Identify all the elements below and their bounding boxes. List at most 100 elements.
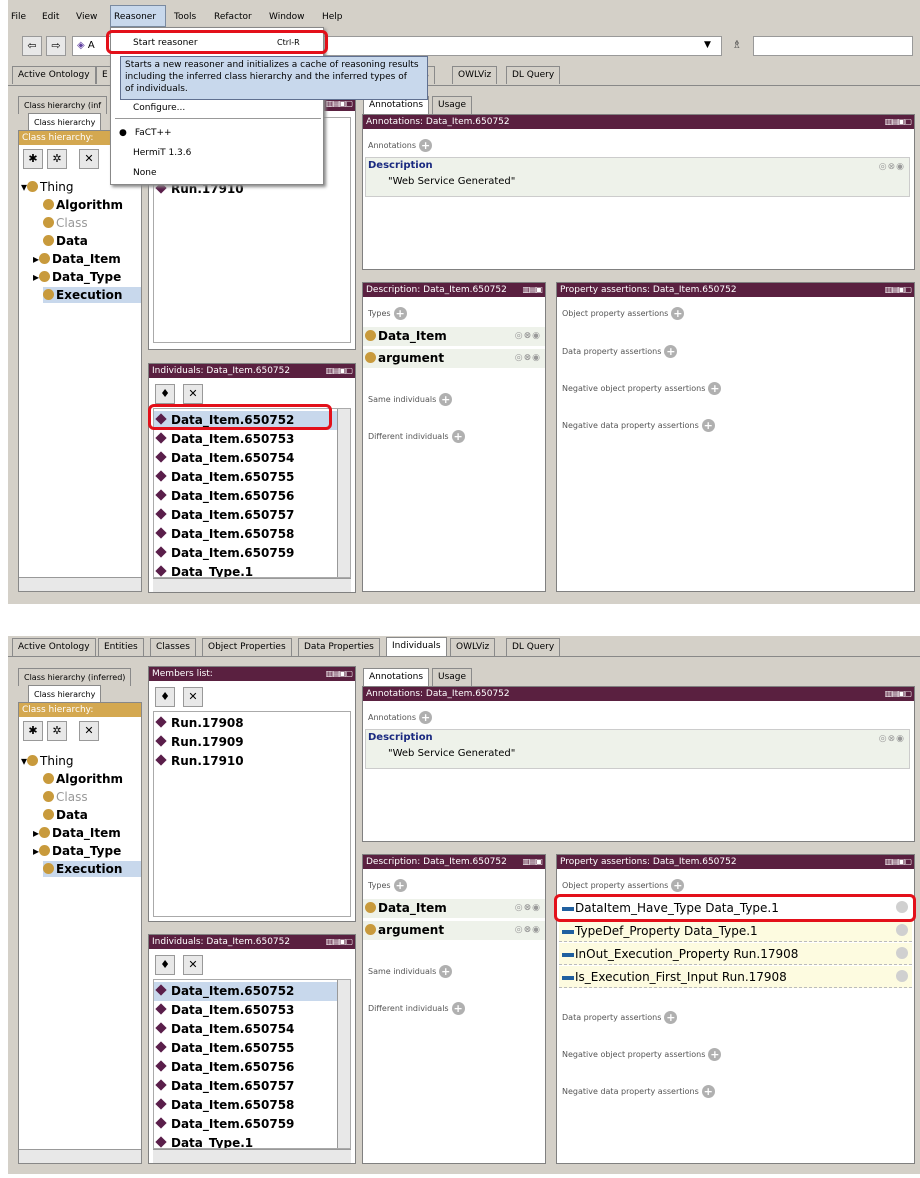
list-item[interactable]: Data_Item.650753 (154, 430, 350, 449)
type-row[interactable]: argument ◎⊗◉ (363, 349, 545, 368)
add-negative-object-icon[interactable]: + (708, 1048, 722, 1061)
add-data-property-icon[interactable]: + (664, 1011, 678, 1024)
tab-dl-query[interactable]: DL Query (506, 638, 561, 656)
tab-classes[interactable]: Classes (150, 638, 196, 656)
inferred-explain-icon[interactable] (896, 924, 908, 936)
list-item[interactable]: Run.17910 (154, 752, 350, 771)
add-object-property-icon[interactable]: + (671, 307, 685, 320)
add-subclass-icon[interactable]: ✱ (23, 721, 43, 741)
tab-object-properties[interactable]: Object Properties (202, 638, 292, 656)
tree-class[interactable]: Class (43, 789, 88, 805)
tree-data-item[interactable]: ▸ Data_Item (33, 251, 121, 267)
tree-class[interactable]: Class (43, 215, 88, 231)
menu-refactor[interactable]: Refactor (214, 12, 252, 22)
add-negative-data-icon[interactable]: + (701, 419, 715, 432)
add-object-property-icon[interactable]: + (671, 879, 685, 892)
list-item[interactable]: Run.17908 (154, 714, 350, 733)
tree-execution[interactable]: Execution (43, 861, 141, 877)
tab-individuals[interactable]: Individuals (386, 637, 447, 657)
tree-algorithm[interactable]: Algorithm (43, 197, 123, 213)
tab-owlviz[interactable]: OWLViz (452, 66, 498, 84)
tab-class-hierarchy-inferred[interactable]: Class hierarchy (inferred) (18, 668, 132, 686)
tab-usage[interactable]: Usage (432, 668, 473, 686)
tree-thing[interactable]: ▾ Thing (21, 753, 74, 769)
add-negative-data-icon[interactable]: + (701, 1085, 715, 1098)
tree-data-type[interactable]: ▸ Data_Type (33, 843, 121, 859)
delete-member-icon[interactable]: ✕ (183, 687, 203, 707)
list-item[interactable]: Data_Item.650759 (154, 544, 350, 563)
add-same-icon[interactable]: + (439, 965, 453, 978)
assertion-row[interactable]: InOut_Execution_Property Run.17908 (559, 943, 912, 965)
list-item[interactable]: Data_Item.650759 (154, 1115, 350, 1134)
add-data-property-icon[interactable]: + (664, 345, 678, 358)
tab-data-properties[interactable]: Data Properties (298, 638, 380, 656)
add-annotation-icon[interactable]: + (419, 711, 433, 724)
tree-thing[interactable]: ▾ Thing (21, 179, 74, 195)
delete-individual-icon[interactable]: ✕ (183, 955, 203, 975)
tab-active-ontology[interactable]: Active Ontology (12, 66, 96, 84)
menu-file[interactable]: File (11, 12, 26, 22)
inferred-explain-icon[interactable] (896, 970, 908, 982)
menu-edit[interactable]: Edit (42, 12, 59, 22)
tab-usage[interactable]: Usage (432, 96, 473, 114)
delete-class-icon[interactable]: ✕ (79, 721, 99, 741)
add-different-icon[interactable]: + (451, 430, 465, 443)
add-type-icon[interactable]: + (393, 879, 407, 892)
class-hscrollbar[interactable] (19, 577, 141, 591)
list-item[interactable]: Data_Item.650754 (154, 449, 350, 468)
tree-data-type[interactable]: ▸ Data_Type (33, 269, 121, 285)
dropdown-arrow-icon[interactable]: ▼ (704, 40, 711, 50)
list-item[interactable]: Data_Item.650753 (154, 1001, 350, 1020)
menu-help[interactable]: Help (322, 12, 343, 22)
back-arrow-icon[interactable]: ⇦ (22, 36, 42, 56)
forward-arrow-icon[interactable]: ⇨ (46, 36, 66, 56)
assertion-row[interactable]: Is_Execution_First_Input Run.17908 (559, 966, 912, 988)
annotation-controls-icon[interactable]: ◎⊗◉ (879, 162, 905, 172)
tree-execution[interactable]: Execution (43, 287, 141, 303)
add-sibling-icon[interactable]: ✲ (47, 149, 67, 169)
individuals-hscrollbar[interactable] (153, 1149, 351, 1163)
tab-annotations[interactable]: Annotations (363, 668, 430, 688)
individuals-scrollbar[interactable] (337, 409, 350, 577)
tab-class-hierarchy-inferred[interactable]: Class hierarchy (inf (18, 96, 108, 114)
list-item[interactable]: Data_Type.1 (154, 1134, 350, 1148)
add-negative-object-icon[interactable]: + (708, 382, 722, 395)
menu-tools[interactable]: Tools (174, 12, 196, 22)
list-item[interactable]: Data_Item.650754 (154, 1020, 350, 1039)
tree-data[interactable]: Data (43, 233, 88, 249)
list-item[interactable]: Data_Item.650757 (154, 1077, 350, 1096)
list-item[interactable]: Data_Item.650752 (154, 982, 350, 1001)
individuals-hscrollbar[interactable] (153, 578, 351, 592)
list-item[interactable]: Data_Type.1 (154, 563, 350, 577)
tab-dl-query[interactable]: DL Query (506, 66, 561, 84)
menu-reasoner[interactable]: Reasoner (110, 5, 166, 27)
individuals-scrollbar[interactable] (337, 980, 350, 1148)
menu-configure[interactable]: Configure... (133, 103, 185, 113)
list-item[interactable]: Data_Item.650756 (154, 487, 350, 506)
add-type-icon[interactable]: + (393, 307, 407, 320)
tab-owlviz[interactable]: OWLViz (450, 638, 496, 656)
type-row[interactable]: Data_Item ◎⊗◉ (363, 899, 545, 918)
menu-none[interactable]: None (133, 168, 156, 178)
tree-algorithm[interactable]: Algorithm (43, 771, 123, 787)
add-individual-icon[interactable]: ♦ (155, 955, 175, 975)
type-row[interactable]: Data_Item ◎⊗◉ (363, 327, 545, 346)
class-hscrollbar[interactable] (19, 1149, 141, 1163)
menu-fact[interactable]: ● FaCT++ (119, 128, 172, 138)
tree-data-item[interactable]: ▸ Data_Item (33, 825, 121, 841)
add-annotation-icon[interactable]: + (419, 139, 433, 152)
add-subclass-icon[interactable]: ✱ (23, 149, 43, 169)
list-item[interactable]: Data_Item.650755 (154, 1039, 350, 1058)
type-row[interactable]: argument ◎⊗◉ (363, 921, 545, 940)
annotation-controls-icon[interactable]: ◎⊗◉ (879, 734, 905, 744)
menu-window[interactable]: Window (269, 12, 305, 22)
list-item[interactable]: Data_Item.650758 (154, 525, 350, 544)
list-item[interactable]: Data_Item.650757 (154, 506, 350, 525)
list-item[interactable]: Data_Item.650756 (154, 1058, 350, 1077)
add-same-icon[interactable]: + (439, 393, 453, 406)
tab-active-ontology[interactable]: Active Ontology (12, 638, 96, 656)
tree-data[interactable]: Data (43, 807, 88, 823)
menu-hermit[interactable]: HermiT 1.3.6 (133, 148, 191, 158)
list-item[interactable]: Run.17909 (154, 733, 350, 752)
list-item[interactable]: Data_Item.650755 (154, 468, 350, 487)
